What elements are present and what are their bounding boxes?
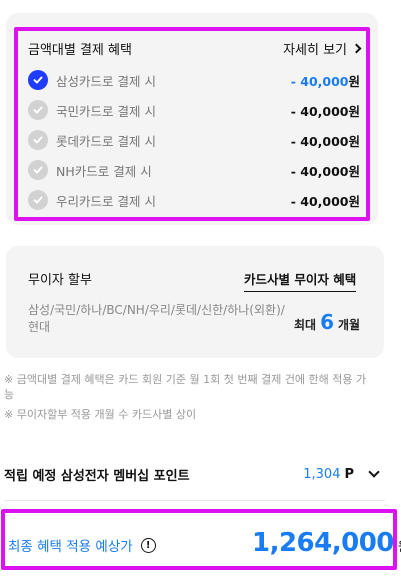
chevron-down-icon[interactable] (368, 466, 380, 478)
check-circle-icon[interactable] (28, 160, 48, 180)
final-price-value: 1,264,000 (252, 528, 394, 558)
points-value: 1,304 (303, 466, 341, 482)
benefit-row-samsung[interactable]: 삼성카드로 결제 시 - 40,000원 (28, 68, 360, 92)
divider (4, 500, 385, 501)
note-benefit: ※ 금액대별 결제 혜택은 카드 회원 기준 월 1회 첫 번째 결제 건에 한… (4, 373, 367, 401)
membership-points-row[interactable]: 적립 예정 삼성전자 멤버십 포인트 1,304 P (4, 462, 384, 486)
benefit-row-nh[interactable]: NH카드로 결제 시 - 40,000원 (28, 158, 360, 182)
note-installment: ※ 무이자할부 적용 개월 수 카드사별 상이 (4, 408, 197, 421)
card-name: 국민카드로 결제 시 (56, 103, 156, 119)
info-icon[interactable]: ! (140, 537, 156, 553)
benefit-header: 금액대별 결제 혜택 자세히 보기 (28, 38, 362, 58)
discount-amount: - 40,000원 (290, 163, 360, 179)
detail-link-label: 자세히 보기 (283, 42, 347, 58)
points-label: 적립 예정 삼성전자 멤버십 포인트 (4, 468, 190, 484)
installment-max-months: 최대 6 개월 (294, 310, 360, 334)
max-prefix: 최대 (294, 318, 317, 332)
check-circle-icon[interactable] (28, 70, 48, 90)
benefit-row-woori[interactable]: 우리카드로 결제 시 - 40,000원 (28, 188, 360, 212)
final-price: 1,264,000 원 (252, 528, 401, 558)
benefit-row-kookmin[interactable]: 국민카드로 결제 시 - 40,000원 (28, 98, 360, 122)
check-circle-icon[interactable] (28, 130, 48, 150)
discount-amount: - 40,000원 (290, 193, 360, 209)
max-months-number: 6 (320, 310, 335, 334)
card-name: NH카드로 결제 시 (56, 163, 152, 179)
final-price-label: 최종 혜택 적용 예상가 ! (8, 535, 156, 555)
discount-amount: - 40,000원 (290, 73, 360, 89)
detail-link[interactable]: 자세히 보기 (283, 39, 362, 58)
check-circle-icon[interactable] (28, 190, 48, 210)
installment-benefit-link[interactable]: 카드사별 무이자 혜택 (244, 269, 357, 292)
benefit-row-lotte[interactable]: 롯데카드로 결제 시 - 40,000원 (28, 128, 360, 152)
card-name: 삼성카드로 결제 시 (56, 73, 156, 89)
max-suffix: 개월 (338, 318, 361, 332)
points-unit: P (344, 466, 354, 482)
discount-amount: - 40,000원 (290, 133, 360, 149)
installment-label: 무이자 할부 (28, 273, 92, 288)
final-label-text: 최종 혜택 적용 예상가 (8, 539, 133, 555)
card-name: 롯데카드로 결제 시 (56, 133, 156, 149)
installment-card-list: 삼성/국민/하나/BC/NH/우리/롯데/신한/하나(외환)/현대 (28, 303, 285, 334)
card-name: 우리카드로 결제 시 (56, 193, 156, 209)
check-circle-icon[interactable] (28, 100, 48, 120)
chevron-right-icon (351, 43, 362, 54)
discount-amount: - 40,000원 (290, 103, 360, 119)
benefit-title: 금액대별 결제 혜택 (28, 42, 132, 58)
